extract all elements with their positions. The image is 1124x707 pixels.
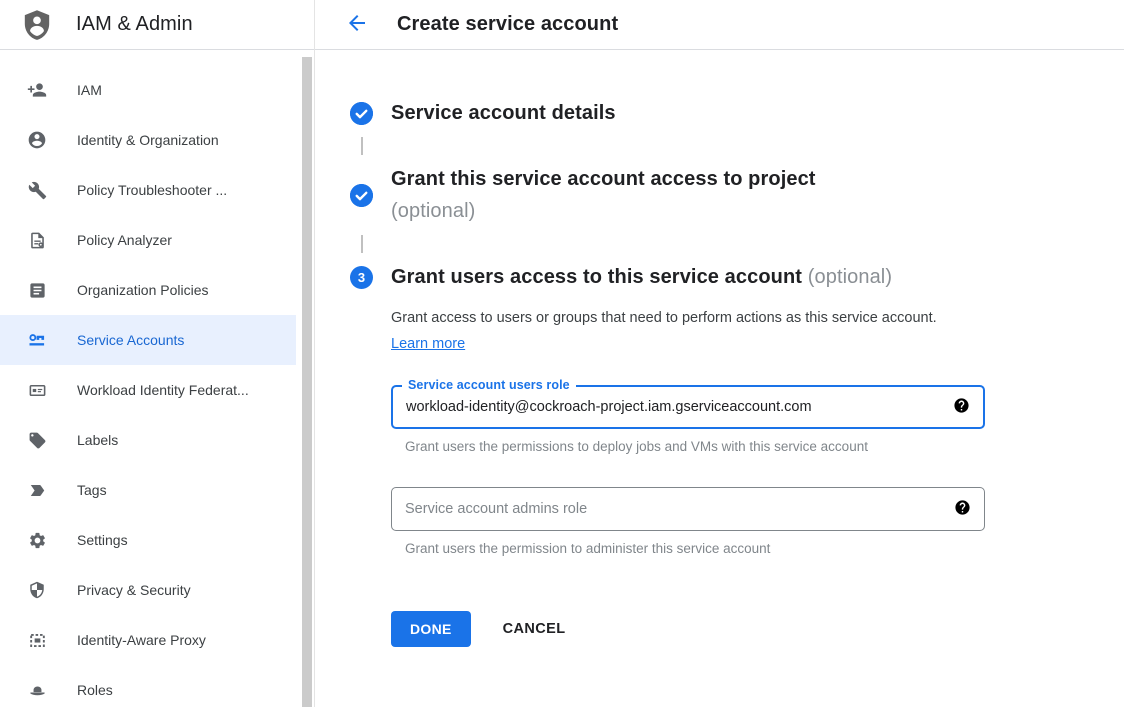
users-role-field-label: Service account users role	[402, 378, 576, 392]
step-3-body: Grant access to users or groups that nee…	[391, 305, 1124, 647]
policy-analyzer-icon	[27, 230, 47, 250]
step-3-title: Grant users access to this service accou…	[391, 261, 892, 293]
step-1-row[interactable]: Service account details	[350, 97, 1124, 129]
sidebar-item-labels[interactable]: Labels	[0, 415, 296, 465]
step-connector	[361, 235, 363, 253]
sidebar-item-label: Workload Identity Federat...	[77, 382, 249, 398]
sidebar-item-identity-aware-proxy[interactable]: Identity-Aware Proxy	[0, 615, 296, 665]
sidebar-item-label: Service Accounts	[77, 332, 184, 348]
sidebar-item-label: IAM	[77, 82, 102, 98]
service-account-admins-role-field	[391, 487, 985, 531]
cancel-button[interactable]: CANCEL	[501, 611, 568, 647]
sidebar-item-workload-identity-federation[interactable]: Workload Identity Federat...	[0, 365, 296, 415]
step-3-row: 3 Grant users access to this service acc…	[350, 261, 1124, 293]
help-icon	[953, 397, 970, 417]
sidebar: IAM & Admin IAM Identity & Organization …	[0, 0, 315, 707]
service-account-users-role-field: Service account users role	[391, 385, 985, 429]
sidebar-nav: IAM Identity & Organization Policy Troub…	[0, 50, 314, 707]
service-account-key-icon	[27, 330, 47, 350]
main-panel: Create service account Service account d…	[315, 0, 1124, 707]
shield-person-icon	[19, 6, 55, 44]
product-title: IAM & Admin	[76, 13, 193, 36]
account-circle-icon	[27, 130, 47, 150]
tag-arrow-icon	[27, 480, 47, 500]
step-3-description-text: Grant access to users or groups that nee…	[391, 310, 937, 326]
admins-role-input[interactable]	[405, 501, 941, 517]
back-button[interactable]	[344, 12, 370, 38]
sidebar-header: IAM & Admin	[0, 0, 314, 50]
page-title: Create service account	[397, 13, 618, 36]
learn-more-link[interactable]: Learn more	[391, 336, 465, 352]
help-icon	[954, 499, 971, 519]
label-icon	[27, 430, 47, 450]
step-connector	[361, 137, 363, 155]
arrow-back-icon	[345, 11, 369, 38]
admins-role-helper-text: Grant users the permission to administer…	[405, 541, 1124, 556]
users-role-input[interactable]	[406, 399, 940, 415]
iap-icon	[27, 630, 47, 650]
step-3-number-badge: 3	[350, 266, 373, 289]
step-2-title: Grant this service account access to pro…	[391, 163, 816, 227]
sidebar-item-organization-policies[interactable]: Organization Policies	[0, 265, 296, 315]
sidebar-item-tags[interactable]: Tags	[0, 465, 296, 515]
person-add-icon	[27, 80, 47, 100]
sidebar-scrollbar[interactable]	[302, 57, 312, 707]
users-role-help-button[interactable]	[952, 398, 970, 416]
step-2-row[interactable]: Grant this service account access to pro…	[350, 163, 1124, 227]
sidebar-item-roles[interactable]: Roles	[0, 665, 296, 707]
sidebar-item-label: Labels	[77, 432, 118, 448]
step-3-number: 3	[358, 270, 365, 285]
sidebar-item-label: Tags	[77, 482, 107, 498]
step-2-title-text: Grant this service account access to pro…	[391, 163, 816, 195]
step-1-check-icon	[350, 102, 373, 125]
step-2-check-icon	[350, 184, 373, 207]
sidebar-item-privacy-security[interactable]: Privacy & Security	[0, 565, 296, 615]
sidebar-item-service-accounts[interactable]: Service Accounts	[0, 315, 296, 365]
form-actions: DONE CANCEL	[391, 611, 1124, 647]
wrench-icon	[27, 180, 47, 200]
step-2-optional-label: (optional)	[391, 195, 816, 227]
create-service-account-form: Service account details Grant this servi…	[315, 50, 1124, 647]
sidebar-item-settings[interactable]: Settings	[0, 515, 296, 565]
sidebar-item-label: Identity-Aware Proxy	[77, 632, 206, 648]
step-3-optional-label: (optional)	[808, 266, 892, 288]
sidebar-item-label: Identity & Organization	[77, 132, 219, 148]
hat-icon	[27, 680, 47, 700]
sidebar-item-label: Organization Policies	[77, 282, 209, 298]
sidebar-item-label: Settings	[77, 532, 128, 548]
users-role-helper-text: Grant users the permissions to deploy jo…	[405, 439, 1124, 454]
page-header: Create service account	[315, 0, 1124, 50]
sidebar-item-label: Roles	[77, 682, 113, 698]
sidebar-item-identity-organization[interactable]: Identity & Organization	[0, 115, 296, 165]
gear-icon	[27, 530, 47, 550]
sidebar-item-label: Policy Analyzer	[77, 232, 172, 248]
badge-icon	[27, 380, 47, 400]
sidebar-item-policy-troubleshooter[interactable]: Policy Troubleshooter ...	[0, 165, 296, 215]
sidebar-item-policy-analyzer[interactable]: Policy Analyzer	[0, 215, 296, 265]
shield-half-icon	[27, 580, 47, 600]
step-1-title: Service account details	[391, 97, 616, 129]
sidebar-item-label: Privacy & Security	[77, 582, 191, 598]
step-3-title-text: Grant users access to this service accou…	[391, 266, 802, 288]
step-3-description: Grant access to users or groups that nee…	[391, 305, 951, 357]
sidebar-item-label: Policy Troubleshooter ...	[77, 182, 227, 198]
admins-role-help-button[interactable]	[953, 500, 971, 518]
sidebar-item-iam[interactable]: IAM	[0, 65, 296, 115]
done-button[interactable]: DONE	[391, 611, 471, 647]
article-icon	[27, 280, 47, 300]
